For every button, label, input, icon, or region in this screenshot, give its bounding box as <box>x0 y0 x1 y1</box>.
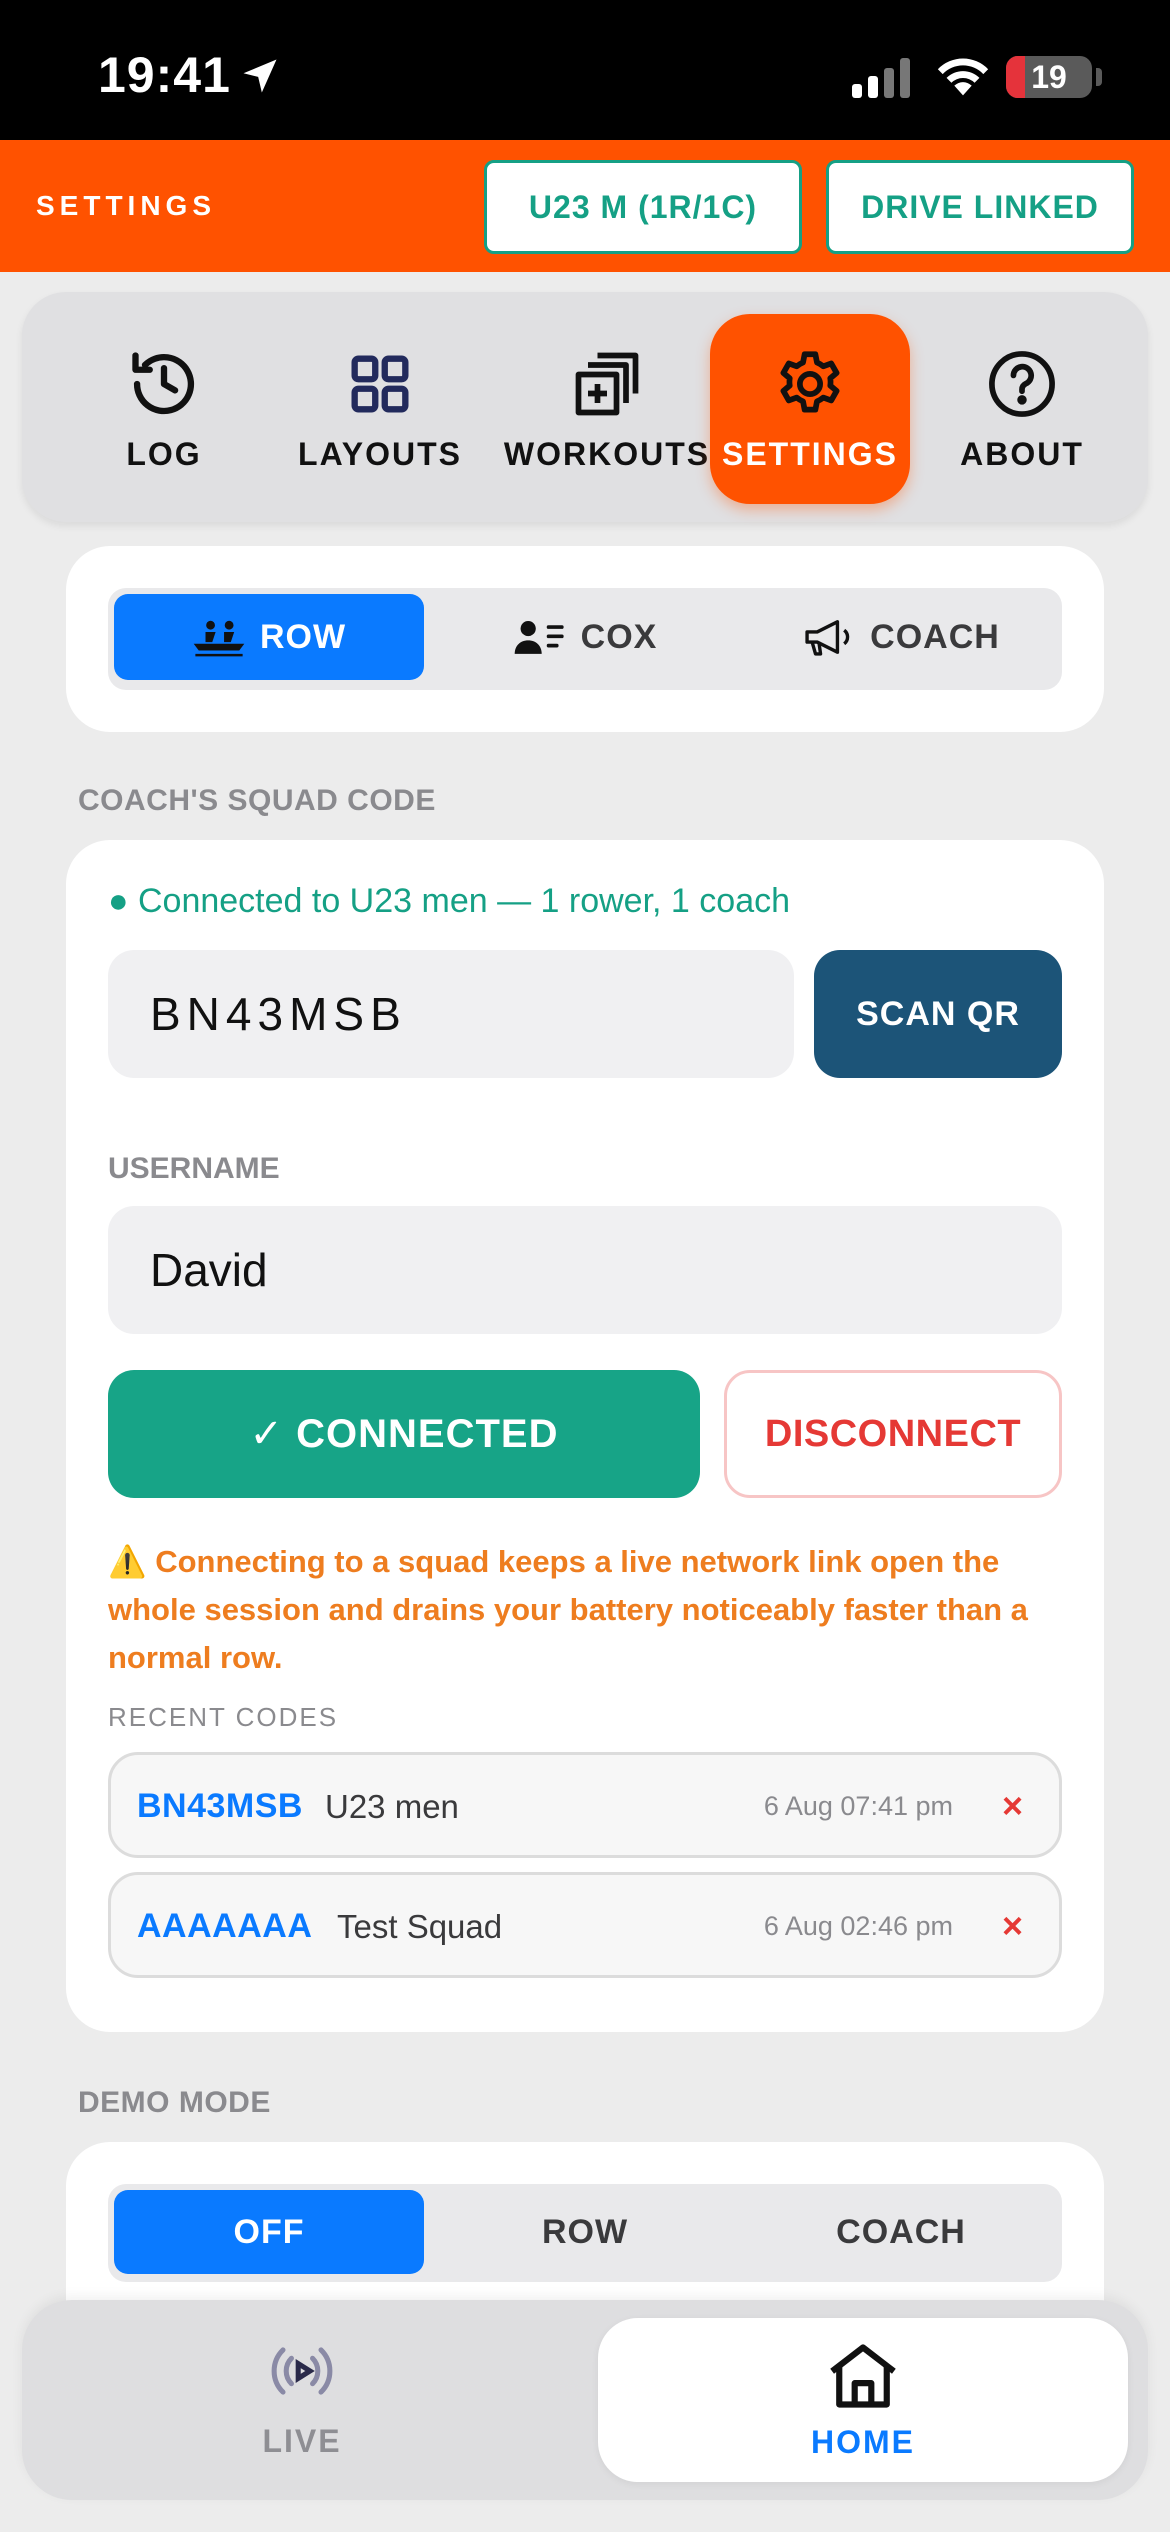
tab-home[interactable]: HOME <box>598 2318 1128 2482</box>
tab-about[interactable]: ABOUT <box>922 314 1122 504</box>
top-nav: LOG LAYOUTS WORKOUTS SETTINGS ABOUT <box>22 292 1148 522</box>
role-card: ROW COX COACH <box>66 546 1104 732</box>
cox-list-icon <box>514 620 564 654</box>
status-bar: 19:41 19 <box>0 0 1170 140</box>
battery-warning: ⚠️ Connecting to a squad keeps a live ne… <box>108 1544 1028 1675</box>
status-time: 19:41 <box>98 47 231 103</box>
battery-icon: 19 <box>1006 56 1092 98</box>
recent-code-item[interactable]: BN43MSB U23 men 6 Aug 07:41 pm × <box>108 1752 1062 1858</box>
role-segmented-control: ROW COX COACH <box>108 588 1062 690</box>
battery-tip <box>1096 68 1102 86</box>
remove-recent-button[interactable]: × <box>1002 1905 1023 1947</box>
recent-timestamp: 6 Aug 07:41 pm <box>763 1791 953 1821</box>
squad-section-label: COACH'S SQUAD CODE <box>78 784 436 817</box>
recent-code: AAAAAAA <box>137 1907 313 1945</box>
tab-about-label: ABOUT <box>960 435 1084 472</box>
recent-code: BN43MSB <box>137 1787 303 1825</box>
squad-card: ● Connected to U23 men — 1 rower, 1 coac… <box>66 840 1104 2032</box>
tab-workouts-label: WORKOUTS <box>503 435 711 472</box>
username-input[interactable]: David <box>108 1206 1062 1334</box>
username-label: USERNAME <box>108 1152 280 1185</box>
demo-coach-button[interactable]: COACH <box>746 2190 1056 2274</box>
role-coach-button[interactable]: COACH <box>746 594 1056 680</box>
recent-codes-label: RECENT CODES <box>108 1702 339 1732</box>
tab-settings[interactable]: SETTINGS <box>710 314 910 504</box>
tab-log-label: LOG <box>126 435 202 472</box>
live-broadcast-icon <box>271 2346 333 2395</box>
page-title: SETTINGS <box>36 190 217 221</box>
tab-live[interactable]: LIVE <box>22 2300 582 2500</box>
tab-live-label: LIVE <box>262 2422 342 2459</box>
tab-log[interactable]: LOG <box>54 314 274 504</box>
add-stack-icon <box>575 352 639 415</box>
role-cox-button[interactable]: COX <box>430 594 740 680</box>
rowing-icon <box>193 620 245 657</box>
tab-layouts-label: LAYOUTS <box>298 435 462 472</box>
recent-squad-name: U23 men <box>325 1788 459 1825</box>
tab-workouts[interactable]: WORKOUTS <box>482 314 732 504</box>
bottom-tab-bar: LIVE HOME <box>22 2300 1148 2500</box>
squad-pill-button[interactable]: U23 M (1R/1C) <box>484 160 802 254</box>
role-row-label: ROW <box>259 617 347 656</box>
help-icon <box>989 350 1055 417</box>
role-cox-label: COX <box>580 617 658 656</box>
recent-squad-name: Test Squad <box>337 1908 503 1945</box>
scan-qr-button[interactable]: SCAN QR <box>814 950 1062 1078</box>
connected-button[interactable]: ✓ CONNECTED <box>108 1370 700 1498</box>
top-header: SETTINGS U23 M (1R/1C) DRIVE LINKED <box>0 140 1170 272</box>
megaphone-icon <box>805 620 850 656</box>
role-row-button[interactable]: ROW <box>114 594 424 680</box>
recent-timestamp: 6 Aug 02:46 pm <box>763 1911 953 1941</box>
remove-recent-button[interactable]: × <box>1002 1785 1023 1827</box>
grid-icon <box>351 355 409 412</box>
battery-percent: 19 <box>1031 59 1067 95</box>
disconnect-button[interactable]: DISCONNECT <box>724 1370 1062 1498</box>
history-icon <box>132 351 195 414</box>
squad-code-input[interactable]: BN43MSB <box>108 950 794 1078</box>
demo-section-label: DEMO MODE <box>78 2086 271 2119</box>
demo-segmented-control: OFF ROW COACH <box>108 2184 1062 2282</box>
connection-status: ● Connected to U23 men — 1 rower, 1 coac… <box>108 882 791 920</box>
role-coach-label: COACH <box>870 617 1000 656</box>
demo-off-button[interactable]: OFF <box>114 2190 424 2274</box>
tab-layouts[interactable]: LAYOUTS <box>270 314 490 504</box>
tab-settings-label: SETTINGS <box>721 435 898 472</box>
location-arrow-icon <box>243 59 277 93</box>
wifi-icon <box>937 58 989 96</box>
gear-icon <box>780 350 840 412</box>
cellular-signal-icon <box>852 58 910 98</box>
demo-row-button[interactable]: ROW <box>430 2190 740 2274</box>
tab-home-label: HOME <box>811 2423 915 2460</box>
recent-code-item[interactable]: AAAAAAA Test Squad 6 Aug 02:46 pm × <box>108 1872 1062 1978</box>
drive-linked-button[interactable]: DRIVE LINKED <box>826 160 1134 254</box>
home-icon <box>830 2343 896 2408</box>
